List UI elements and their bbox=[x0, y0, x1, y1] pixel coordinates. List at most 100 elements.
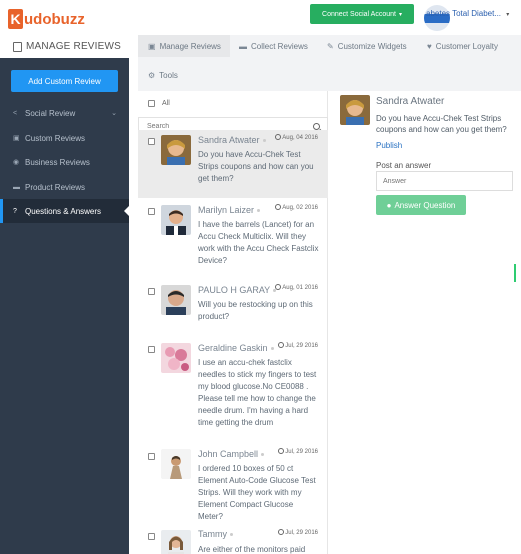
tab-label: Customize Widgets bbox=[337, 41, 407, 51]
question-checkbox[interactable] bbox=[148, 346, 155, 353]
date-text: Aug, 02 2016 bbox=[282, 205, 318, 211]
tab-label: Manage Reviews bbox=[159, 41, 221, 51]
select-all-checkbox[interactable] bbox=[148, 99, 155, 107]
avatar-photo bbox=[161, 285, 191, 315]
question-item[interactable]: PAULO H GARAY Aug, 01 2016 Will you be r… bbox=[138, 278, 328, 338]
tabs-bar: ▣ Manage Reviews ▬ Collect Reviews ✎ Cus… bbox=[138, 35, 521, 91]
avatar-photo bbox=[161, 135, 191, 165]
question-text: Will you be restocking up on this produc… bbox=[198, 300, 313, 321]
question-checkbox[interactable] bbox=[148, 138, 155, 145]
question-item[interactable]: Geraldine Gaskin Jul, 29 2016 I use an a… bbox=[138, 338, 328, 443]
question-text: Do you have Accu-Chek Test Strips coupon… bbox=[198, 150, 314, 183]
connect-label: Connect Social Account bbox=[322, 10, 396, 18]
question-item[interactable]: Tammy Jul, 29 2016 Are either of the mon… bbox=[138, 523, 328, 554]
tab-label: Tools bbox=[159, 70, 178, 80]
tab-manage-reviews[interactable]: ▣ Manage Reviews bbox=[138, 35, 230, 57]
avatar-photo bbox=[161, 449, 191, 479]
question-text: Are either of the monitors paid bbox=[198, 545, 306, 554]
status-dot bbox=[261, 453, 265, 457]
date-text: Jul, 29 2016 bbox=[285, 449, 318, 455]
detail-author-name: Sandra Atwater bbox=[376, 96, 445, 107]
top-bar: K udobuzz Connect Social Account ▾ abete… bbox=[0, 0, 521, 35]
author-name: Marilyn Laizer bbox=[198, 205, 255, 215]
sidebar-item-label: Custom Reviews bbox=[25, 133, 86, 143]
author-name: PAULO H GARAY bbox=[198, 285, 271, 295]
avatar-photo bbox=[161, 205, 191, 235]
sidebar-item-custom-reviews[interactable]: ▣ Custom Reviews bbox=[0, 126, 129, 150]
status-dot bbox=[257, 209, 261, 213]
avatar-photo bbox=[340, 95, 370, 125]
author-name: Geraldine Gaskin bbox=[198, 343, 268, 353]
answer-input[interactable] bbox=[376, 171, 513, 191]
question-item[interactable]: Marilyn Laizer Aug, 02 2016 I have the b… bbox=[138, 198, 328, 278]
question-author: Tammy bbox=[198, 529, 233, 539]
author-name: Sandra Atwater bbox=[198, 135, 260, 145]
publish-link[interactable]: Publish bbox=[376, 141, 402, 150]
kudobuzz-logo[interactable]: K udobuzz bbox=[8, 8, 85, 30]
question-author: John Campbell bbox=[198, 449, 265, 459]
add-custom-review-button[interactable]: Add Custom Review bbox=[11, 70, 118, 92]
chevron-down-icon: ⌄ bbox=[111, 110, 117, 117]
question-author: Geraldine Gaskin bbox=[198, 343, 274, 353]
question-date: Aug, 04 2016 bbox=[275, 134, 318, 141]
avatar bbox=[161, 135, 191, 165]
answer-question-button[interactable]: ● Answer Question bbox=[376, 195, 466, 215]
select-all-label: All bbox=[162, 99, 170, 107]
comment-icon: ● bbox=[386, 200, 392, 210]
sidebar-item-questions-answers[interactable]: ? Questions & Answers bbox=[0, 199, 129, 223]
avatar bbox=[161, 449, 191, 479]
sidebar-item-label: Social Review bbox=[25, 108, 76, 118]
app-window: K udobuzz Connect Social Account ▾ abete… bbox=[0, 0, 521, 554]
globe-icon: ◉ bbox=[13, 159, 20, 166]
sidebar-item-social-review[interactable]: < Social Review ⌄ bbox=[0, 101, 129, 125]
date-text: Aug, 04 2016 bbox=[282, 135, 318, 141]
question-item[interactable]: John Campbell Jul, 29 2016 I ordered 10 … bbox=[138, 443, 328, 523]
question-checkbox[interactable] bbox=[148, 288, 155, 295]
question-author: Marilyn Laizer bbox=[198, 205, 261, 215]
tab-label: Customer Loyalty bbox=[435, 41, 498, 51]
store-selector[interactable]: abetes Total Diabet... ▾ bbox=[426, 9, 509, 18]
detail-question-text: Do you have Accu-Chek Test Strips coupon… bbox=[376, 114, 507, 134]
avatar-photo bbox=[161, 530, 191, 554]
sidebar-header-title: MANAGE REVIEWS bbox=[26, 41, 122, 52]
date-text: Jul, 29 2016 bbox=[285, 530, 318, 536]
clock-icon bbox=[275, 284, 282, 290]
question-text: I ordered 10 boxes of 50 ct Element Auto… bbox=[198, 464, 316, 521]
copy-icon: ▣ bbox=[148, 41, 156, 51]
scrollbar-indicator[interactable] bbox=[514, 264, 516, 282]
tab-customer-loyalty[interactable]: ♥ Customer Loyalty bbox=[427, 35, 498, 57]
copy-icon bbox=[13, 41, 22, 52]
tab-customize-widgets[interactable]: ✎ Customize Widgets bbox=[327, 35, 407, 57]
sidebar-item-product-reviews[interactable]: ▬ Product Reviews bbox=[0, 175, 129, 199]
caret-down-icon: ▾ bbox=[398, 11, 402, 18]
question-checkbox[interactable] bbox=[148, 453, 155, 460]
question-date: Aug, 02 2016 bbox=[275, 204, 318, 211]
avatar-photo bbox=[161, 343, 191, 373]
clock-icon bbox=[275, 134, 282, 140]
logo-mark: K bbox=[8, 9, 23, 29]
search-input[interactable] bbox=[139, 123, 304, 130]
sidebar-item-label: Questions & Answers bbox=[25, 206, 102, 216]
card-icon: ▬ bbox=[239, 41, 247, 51]
status-dot bbox=[262, 139, 266, 143]
logo-text: udobuzz bbox=[24, 10, 85, 28]
copy-icon: ▣ bbox=[13, 135, 20, 142]
question-item[interactable]: Sandra Atwater Aug, 04 2016 Do you have … bbox=[138, 130, 328, 198]
question-list: All Sandra Atwater Aug, 04 2016 Do you h… bbox=[138, 91, 328, 554]
tab-collect-reviews[interactable]: ▬ Collect Reviews bbox=[239, 35, 308, 57]
question-checkbox[interactable] bbox=[148, 208, 155, 215]
store-name: abetes Total Diabet... bbox=[426, 9, 502, 18]
select-all-row[interactable]: All bbox=[138, 91, 328, 115]
sidebar: MANAGE REVIEWS Add Custom Review < Socia… bbox=[0, 35, 138, 554]
share-icon: < bbox=[13, 109, 18, 117]
author-name: John Campbell bbox=[198, 449, 259, 459]
question-checkbox[interactable] bbox=[148, 533, 155, 540]
edit-icon: ✎ bbox=[327, 41, 334, 51]
answer-button-label: Answer Question bbox=[394, 200, 456, 210]
search-icon bbox=[312, 123, 320, 130]
sidebar-item-business-reviews[interactable]: ◉ Business Reviews bbox=[0, 150, 129, 174]
question-date: Jul, 29 2016 bbox=[278, 448, 318, 455]
connect-social-account-button[interactable]: Connect Social Account ▾ bbox=[310, 4, 414, 24]
tab-tools[interactable]: ⚙ Tools bbox=[148, 64, 178, 86]
question-detail-panel: Sandra Atwater Do you have Accu-Chek Tes… bbox=[329, 91, 521, 554]
